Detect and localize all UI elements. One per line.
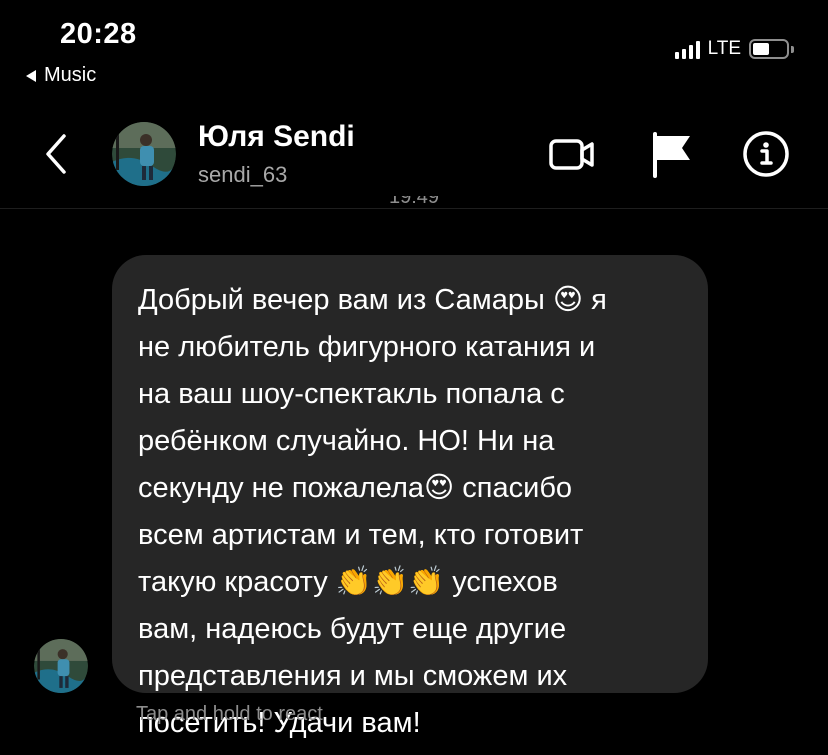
network-label: LTE — [707, 38, 741, 59]
avatar[interactable] — [112, 122, 176, 186]
message-timestamp: 19:49 — [0, 196, 828, 216]
status-time: 20:28 — [60, 18, 137, 50]
screen: 20:28 Music LTE Юля Sendi sendi_63 19:49… — [0, 0, 828, 755]
sender-avatar[interactable] — [34, 639, 88, 693]
video-call-button[interactable] — [546, 128, 598, 180]
contact-username[interactable]: sendi_63 — [198, 162, 287, 188]
report-button[interactable] — [648, 128, 700, 180]
react-hint: Tap and hold to react — [136, 703, 323, 725]
info-icon — [743, 131, 789, 177]
battery-fill — [753, 43, 769, 55]
back-chevron-icon — [46, 134, 66, 174]
sender-avatar-image — [34, 639, 88, 693]
status-indicators: LTE — [674, 38, 794, 60]
back-button[interactable] — [36, 124, 76, 184]
timestamp-text: 19:49 — [388, 196, 440, 208]
info-button[interactable] — [740, 128, 792, 180]
back-to-app-link[interactable]: Music — [26, 64, 96, 87]
contact-name[interactable]: Юля Sendi — [198, 120, 355, 154]
flag-icon — [653, 132, 690, 178]
message-text: Добрый вечер вам из Самары 😍 я не любите… — [138, 284, 607, 739]
back-triangle-icon — [26, 69, 36, 82]
signal-icon — [674, 39, 700, 59]
avatar-image — [112, 122, 176, 186]
battery-tip — [791, 45, 794, 53]
back-app-label: Music — [44, 64, 97, 86]
chat-header: Юля Sendi sendi_63 — [0, 110, 828, 206]
video-camera-icon — [549, 139, 594, 170]
message-bubble[interactable]: Добрый вечер вам из Самары 😍 я не любите… — [112, 255, 708, 739]
battery-icon — [749, 39, 789, 59]
